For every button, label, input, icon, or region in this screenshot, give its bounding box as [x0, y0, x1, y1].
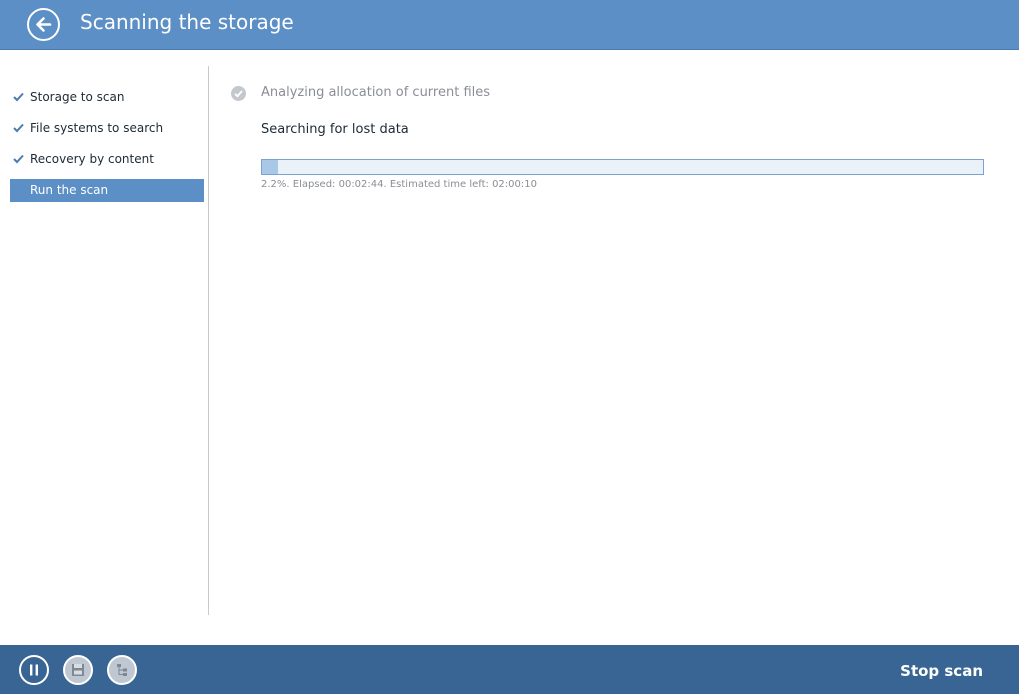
- phase-complete-icon: [231, 86, 246, 101]
- steps-sidebar: Storage to scan File systems to search R…: [0, 66, 209, 615]
- save-icon: [72, 664, 84, 676]
- header-bar: Scanning the storage: [0, 0, 1019, 50]
- progress-fill: [262, 160, 278, 174]
- footer-bar: Stop scan: [0, 645, 1019, 694]
- step-label: Storage to scan: [30, 90, 125, 104]
- tree-view-button[interactable]: [107, 655, 137, 685]
- page-title: Scanning the storage: [80, 10, 294, 34]
- scan-progress-panel: Analyzing allocation of current files Se…: [210, 66, 1019, 615]
- step-recovery-by-content[interactable]: Recovery by content: [10, 148, 204, 171]
- back-button[interactable]: [27, 8, 60, 41]
- check-icon: [13, 123, 24, 133]
- step-file-systems-to-search[interactable]: File systems to search: [10, 117, 204, 140]
- step-storage-to-scan[interactable]: Storage to scan: [10, 86, 204, 109]
- stop-scan-button[interactable]: Stop scan: [900, 661, 983, 681]
- step-label: File systems to search: [30, 121, 164, 135]
- step-run-the-scan[interactable]: Run the scan: [10, 179, 204, 202]
- step-label: Recovery by content: [30, 152, 154, 166]
- save-scan-button[interactable]: [63, 655, 93, 685]
- check-icon: [13, 92, 24, 102]
- step-label: Run the scan: [30, 183, 109, 197]
- completed-phase-label: Analyzing allocation of current files: [261, 85, 491, 100]
- progress-status-text: 2.2%. Elapsed: 00:02:44. Estimated time …: [261, 179, 537, 190]
- pause-icon: [30, 664, 38, 676]
- back-arrow-icon: [36, 17, 52, 32]
- check-icon: [13, 154, 24, 164]
- scan-progress-bar: [261, 159, 984, 175]
- pause-button[interactable]: [19, 655, 49, 685]
- tree-icon: [117, 664, 127, 676]
- current-phase-label: Searching for lost data: [261, 122, 409, 137]
